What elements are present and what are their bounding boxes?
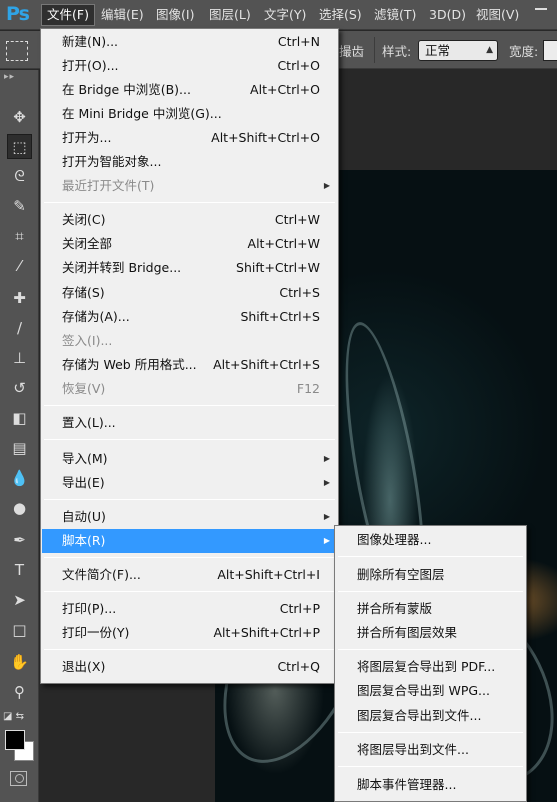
menu-item-comps-to-files[interactable]: 图层复合导出到文件...: [336, 704, 525, 728]
foreground-color-swatch[interactable]: [5, 730, 25, 750]
antialias-label: 撮齿: [339, 44, 365, 59]
pen-tool-icon[interactable]: ✒: [7, 528, 32, 553]
updown-arrow-icon: ▲: [486, 45, 493, 55]
menu-separator: [338, 649, 523, 650]
menu-separator: [44, 649, 335, 650]
submenu-arrow-icon: ▶: [323, 181, 330, 190]
lasso-tool-icon[interactable]: ᘓ: [7, 164, 32, 189]
file-menu: 新建(N)... Ctrl+N 打开(O)... Ctrl+O 在 Bridge 中…: [40, 28, 339, 684]
menu-item-new[interactable]: 新建(N)... Ctrl+N: [42, 30, 337, 54]
menu-separator: [338, 732, 523, 733]
scripts-submenu: 图像处理器... 删除所有空图层 拼合所有蒙版 拼合所有图层效果 将图层复合导出…: [334, 525, 527, 802]
menu-item-check-in[interactable]: 签入(I)...: [42, 329, 337, 353]
menu-item-save[interactable]: 存储(S) Ctrl+S: [42, 281, 337, 305]
submenu-arrow-icon: ▶: [323, 478, 330, 487]
quick-mask-icon[interactable]: [10, 771, 27, 786]
submenu-arrow-icon: ▶: [323, 512, 330, 521]
menu-item-import[interactable]: 导入(M) ▶: [42, 447, 337, 471]
toolbox-collapse-icon[interactable]: ▸▸: [4, 72, 15, 82]
menu-type[interactable]: 文字(Y): [259, 4, 311, 26]
menu-item-place[interactable]: 置入(L)...: [42, 411, 337, 435]
clone-stamp-tool-icon[interactable]: ⊥: [7, 346, 32, 371]
blur-tool-icon[interactable]: 💧: [7, 466, 32, 491]
menu-separator: [44, 439, 335, 440]
swap-colors-icon[interactable]: ◪ ⇆: [3, 711, 24, 722]
type-tool-icon[interactable]: T: [7, 558, 32, 583]
width-input[interactable]: [543, 40, 557, 61]
path-select-tool-icon[interactable]: ➤: [7, 588, 32, 613]
photoshop-logo: Ps: [6, 3, 30, 25]
hand-tool-icon[interactable]: ✋: [7, 650, 32, 675]
options-divider: [374, 37, 375, 63]
rect-marquee-tool-icon[interactable]: ⬚: [7, 134, 32, 159]
menu-image[interactable]: 图像(I): [151, 4, 199, 26]
menu-item-print[interactable]: 打印(P)... Ctrl+P: [42, 597, 337, 621]
menu-separator: [44, 202, 335, 203]
rectangle-tool-icon[interactable]: □: [7, 618, 32, 643]
dodge-tool-icon[interactable]: ●: [7, 496, 32, 521]
menu-view[interactable]: 视图(V): [471, 4, 524, 26]
style-value: 正常: [425, 43, 451, 58]
menu-item-scripts[interactable]: 脚本(R) ▶: [42, 529, 337, 553]
eyedropper-tool-icon[interactable]: ⁄: [7, 254, 32, 279]
menu-item-save-as[interactable]: 存储为(A)... Shift+Ctrl+S: [42, 305, 337, 329]
menu-item-save-for-web[interactable]: 存储为 Web 所用格式... Alt+Shift+Ctrl+S: [42, 353, 337, 377]
history-brush-tool-icon[interactable]: ↺: [7, 376, 32, 401]
menu-item-browse-mini-bridge[interactable]: 在 Mini Bridge 中浏览(G)...: [42, 102, 337, 126]
menu-item-print-one-copy[interactable]: 打印一份(Y) Alt+Shift+Ctrl+P: [42, 621, 337, 645]
move-tool-icon[interactable]: ✥: [7, 105, 32, 130]
zoom-tool-icon[interactable]: ⚲: [7, 680, 32, 705]
menu-file[interactable]: 文件(F): [41, 4, 95, 26]
menu-item-flatten-masks[interactable]: 拼合所有蒙版: [336, 597, 525, 621]
eraser-tool-icon[interactable]: ◧: [7, 406, 32, 431]
menu-item-layers-to-files[interactable]: 将图层导出到文件...: [336, 738, 525, 762]
menu-item-comps-to-wpg[interactable]: 图层复合导出到 WPG...: [336, 679, 525, 703]
menu-separator: [338, 556, 523, 557]
menu-item-automate[interactable]: 自动(U) ▶: [42, 505, 337, 529]
menu-item-delete-empty-layers[interactable]: 删除所有空图层: [336, 563, 525, 587]
menu-item-image-processor[interactable]: 图像处理器...: [336, 528, 525, 552]
menu-item-file-info[interactable]: 文件简介(F)... Alt+Shift+Ctrl+I: [42, 563, 337, 587]
submenu-arrow-icon: ▶: [323, 536, 330, 545]
brush-tool-icon[interactable]: ∕: [7, 316, 32, 341]
toolbox: ▸▸ ✥ ⬚ ᘓ ✎ ⌗ ⁄ ✚ ∕ ⊥ ↺ ◧ ▤ 💧 ● ✒ T ➤ □ ✋…: [0, 70, 39, 802]
menu-separator: [338, 591, 523, 592]
menu-separator: [44, 499, 335, 500]
menu-separator: [44, 591, 335, 592]
style-label: 样式:: [382, 44, 412, 59]
menu-edit[interactable]: 编辑(E): [96, 4, 149, 26]
menu-separator: [44, 557, 335, 558]
menu-separator: [44, 405, 335, 406]
menu-select[interactable]: 选择(S): [314, 4, 367, 26]
menu-3d[interactable]: 3D(D): [424, 4, 471, 26]
menu-item-close[interactable]: 关闭(C) Ctrl+W: [42, 208, 337, 232]
menu-item-revert[interactable]: 恢复(V) F12: [42, 377, 337, 401]
menu-item-flatten-layer-effects[interactable]: 拼合所有图层效果: [336, 621, 525, 645]
submenu-arrow-icon: ▶: [323, 454, 330, 463]
gradient-tool-icon[interactable]: ▤: [7, 436, 32, 461]
menu-item-close-all[interactable]: 关闭全部 Alt+Ctrl+W: [42, 232, 337, 256]
menu-item-close-go-bridge[interactable]: 关闭并转到 Bridge... Shift+Ctrl+W: [42, 256, 337, 280]
menu-item-open-as[interactable]: 打开为... Alt+Shift+Ctrl+O: [42, 126, 337, 150]
menu-item-exit[interactable]: 退出(X) Ctrl+Q: [42, 655, 337, 679]
menu-filter[interactable]: 滤镜(T): [369, 4, 421, 26]
healing-brush-tool-icon[interactable]: ✚: [7, 286, 32, 311]
menu-item-comps-to-pdf[interactable]: 将图层复合导出到 PDF...: [336, 655, 525, 679]
menu-item-recent-files[interactable]: 最近打开文件(T) ▶: [42, 174, 337, 198]
minimize-icon[interactable]: [535, 8, 547, 10]
menu-item-export[interactable]: 导出(E) ▶: [42, 471, 337, 495]
style-select[interactable]: 正常 ▲: [418, 40, 498, 61]
quick-select-tool-icon[interactable]: ✎: [7, 194, 32, 219]
menu-separator: [338, 766, 523, 767]
menu-item-script-events-manager[interactable]: 脚本事件管理器...: [336, 773, 525, 797]
marquee-preset-icon[interactable]: [6, 41, 28, 61]
menu-item-open[interactable]: 打开(O)... Ctrl+O: [42, 54, 337, 78]
menu-layer[interactable]: 图层(L): [204, 4, 256, 26]
menu-item-browse-bridge[interactable]: 在 Bridge 中浏览(B)... Alt+Ctrl+O: [42, 78, 337, 102]
crop-tool-icon[interactable]: ⌗: [7, 224, 32, 249]
menu-bar: Ps 文件(F) 编辑(E) 图像(I) 图层(L) 文字(Y) 选择(S) 滤…: [0, 0, 557, 30]
menu-item-open-smart-object[interactable]: 打开为智能对象...: [42, 150, 337, 174]
width-label: 宽度:: [509, 44, 539, 59]
